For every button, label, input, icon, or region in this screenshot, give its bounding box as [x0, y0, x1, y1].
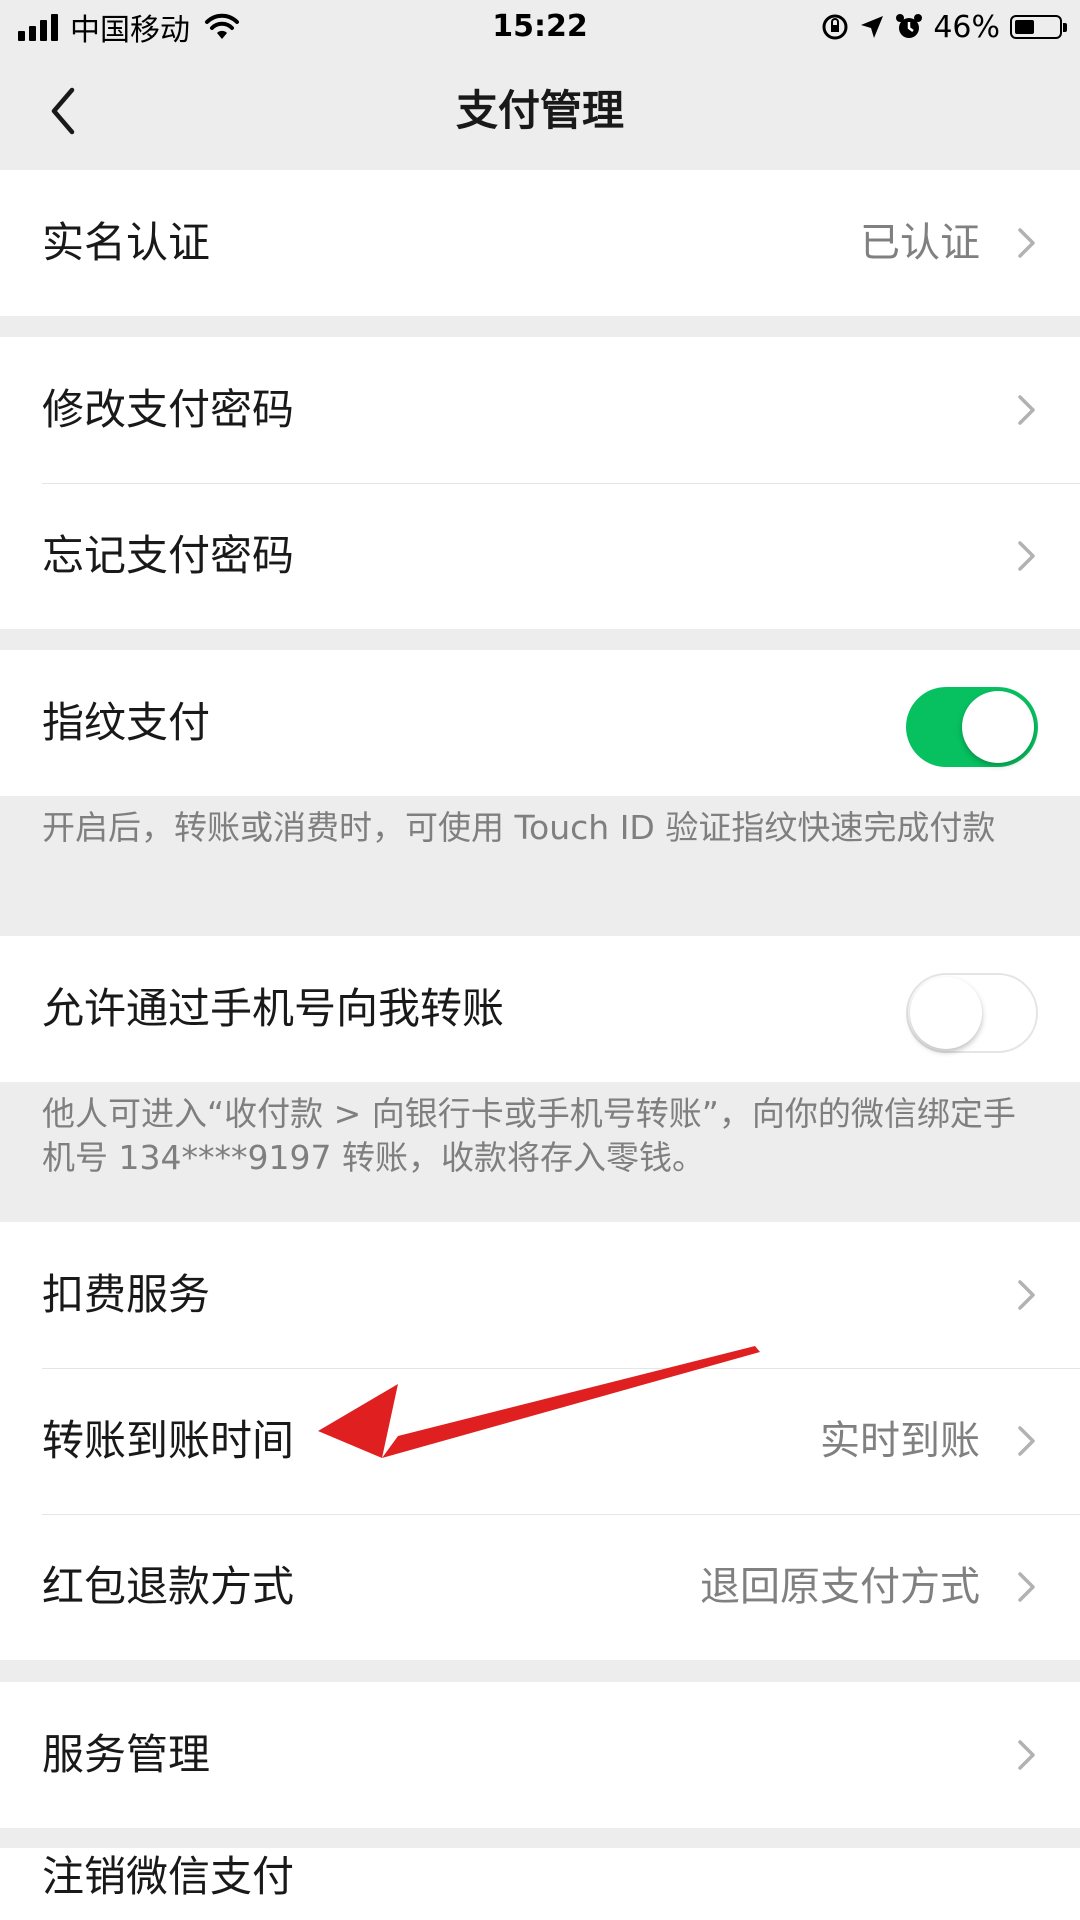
alarm-icon: [896, 14, 923, 38]
row-label: 修改支付密码: [42, 385, 295, 434]
row-fingerprint-pay: 指纹支付: [0, 650, 1080, 796]
status-bar: 中国移动 15:22 46%: [0, 0, 1080, 54]
group-phone-transfer: 允许通过手机号向我转账: [0, 936, 1080, 1082]
row-deactivate-wechat-pay[interactable]: 注销微信支付: [0, 1848, 1080, 1920]
page-title: 支付管理: [455, 86, 624, 135]
row-label: 红包退款方式: [42, 1562, 295, 1611]
group-service-management: 服务管理: [0, 1682, 1080, 1828]
fingerprint-toggle[interactable]: [906, 687, 1038, 767]
row-label: 忘记支付密码: [42, 531, 295, 580]
battery-icon: [1010, 15, 1067, 39]
chevron-right-icon: [1018, 1280, 1035, 1310]
row-label: 转账到账时间: [42, 1416, 295, 1465]
row-value: 已认证: [860, 220, 980, 266]
chevron-right-icon: [1018, 1426, 1035, 1456]
row-red-packet-refund[interactable]: 红包退款方式 退回原支付方式: [0, 1514, 1080, 1660]
row-real-name[interactable]: 实名认证 已认证: [0, 170, 1080, 316]
group-password: 修改支付密码 忘记支付密码: [0, 337, 1080, 629]
group-services: 扣费服务 转账到账时间 实时到账 红包退款方式 退回原支付方式: [0, 1222, 1080, 1660]
fingerprint-note: 开启后，转账或消费时，可使用 Touch ID 验证指纹快速完成付款: [42, 808, 996, 847]
row-phone-transfer: 允许通过手机号向我转账: [0, 936, 1080, 1082]
chevron-right-icon: [1018, 395, 1035, 425]
row-forgot-password[interactable]: 忘记支付密码: [0, 483, 1080, 629]
row-value: 退回原支付方式: [700, 1564, 980, 1610]
phone-transfer-toggle[interactable]: [906, 973, 1038, 1053]
row-label: 扣费服务: [42, 1270, 211, 1319]
navigation-bar: 支付管理: [0, 54, 1080, 168]
row-label: 指纹支付: [42, 698, 211, 747]
chevron-right-icon: [1018, 228, 1035, 258]
row-value: 实时到账: [820, 1418, 980, 1464]
row-label: 服务管理: [42, 1730, 211, 1779]
toggle-knob: [910, 977, 982, 1049]
group-verification: 实名认证 已认证: [0, 170, 1080, 316]
row-change-password[interactable]: 修改支付密码: [0, 337, 1080, 483]
row-service-management[interactable]: 服务管理: [0, 1682, 1080, 1828]
location-icon: [861, 16, 884, 38]
row-transfer-arrival-time[interactable]: 转账到账时间 实时到账: [0, 1368, 1080, 1514]
row-label: 实名认证: [42, 218, 211, 267]
toggle-knob: [962, 691, 1034, 763]
battery-percent: 46%: [933, 9, 1000, 45]
rotation-lock-icon: [822, 14, 848, 40]
chevron-right-icon: [1018, 1572, 1035, 1602]
phone-transfer-note: 他人可进入“收付款 > 向银行卡或手机号转账”，向你的微信绑定手机号 134**…: [42, 1094, 1016, 1177]
group-deactivate: 注销微信支付: [0, 1848, 1080, 1920]
row-label: 允许通过手机号向我转账: [42, 984, 505, 1033]
row-deduction-service[interactable]: 扣费服务: [0, 1222, 1080, 1368]
chevron-right-icon: [1018, 541, 1035, 571]
chevron-right-icon: [1018, 1740, 1035, 1770]
group-fingerprint: 指纹支付: [0, 650, 1080, 796]
row-label: 注销微信支付: [42, 1852, 295, 1901]
